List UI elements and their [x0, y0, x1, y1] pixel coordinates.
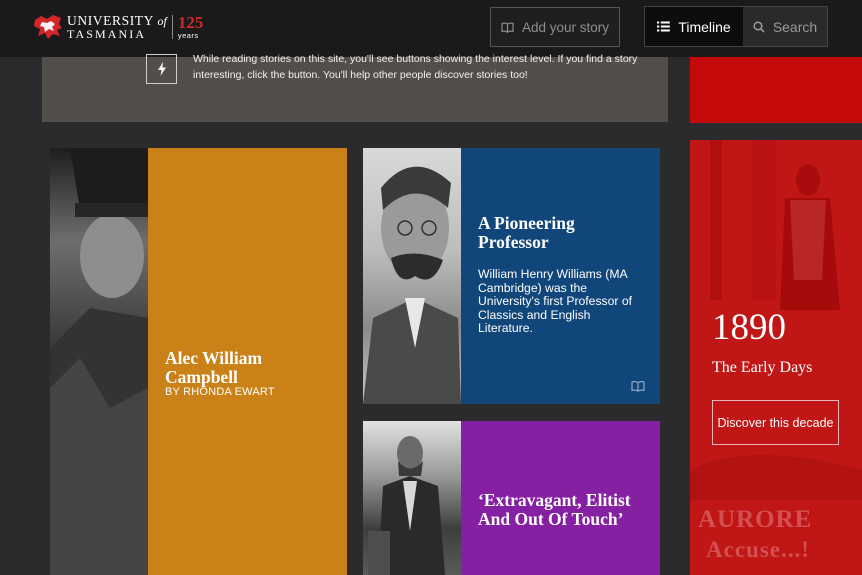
card-description: William Henry Williams (MA Cambridge) wa… — [478, 267, 633, 335]
logo-of: of — [157, 13, 167, 28]
interest-button-sample — [146, 54, 177, 84]
card-title: ‘Extravagant, Elitist And Out Of Touch’ — [478, 490, 631, 529]
card-body: ‘Extravagant, Elitist And Out Of Touch’ — [461, 421, 660, 575]
intro-banner: While reading stories on this site, you'… — [42, 53, 668, 122]
logo-university: UNIVERSITY — [67, 12, 154, 28]
decade-panel-1890: 1890 The Early Days Discover this decade… — [690, 140, 862, 575]
logo-125: 125 — [177, 13, 204, 33]
seated-man-portrait-image — [363, 421, 461, 575]
search-button[interactable]: Search — [743, 7, 827, 46]
decade-panel-top — [690, 57, 862, 123]
list-icon — [657, 21, 671, 32]
lion-crest-icon — [34, 15, 62, 39]
logo-years: years — [177, 31, 199, 41]
soldier-portrait-image — [50, 148, 148, 575]
decade-year: 1890 — [712, 307, 786, 348]
timeline-label: Timeline — [678, 18, 731, 35]
card-body: Alec William Campbell BY RHONDA EWART — [148, 148, 347, 575]
nav-group: Timeline Search — [644, 6, 828, 47]
book-icon — [631, 381, 645, 392]
decade-label: The Early Days — [712, 359, 813, 376]
card-byline: BY RHONDA EWART — [165, 386, 275, 398]
newspaper-subhead-text: Accuse...! — [706, 537, 810, 562]
add-your-story-label: Add your story — [521, 19, 610, 35]
book-icon — [501, 22, 514, 33]
story-card-alec-campbell[interactable]: Alec William Campbell BY RHONDA EWART — [50, 148, 347, 575]
logo-divider — [171, 15, 173, 39]
story-card-pioneering-professor[interactable]: A Pioneering Professor William Henry Wil… — [363, 148, 660, 404]
university-logo[interactable]: UNIVERSITY of TASMANIA 125 years — [33, 13, 203, 41]
search-label: Search — [772, 18, 818, 35]
professor-portrait-image — [363, 148, 461, 404]
card-title: A Pioneering Professor — [478, 213, 575, 252]
card-body: A Pioneering Professor William Henry Wil… — [461, 148, 660, 404]
timeline-button[interactable]: Timeline — [645, 7, 743, 46]
story-card-extravagant-elitist[interactable]: ‘Extravagant, Elitist And Out Of Touch’ — [363, 421, 660, 575]
intro-text: While reading stories on this site, you'… — [193, 53, 638, 81]
logo-tasmania: TASMANIA — [67, 27, 147, 42]
site-header: UNIVERSITY of TASMANIA 125 years Add you… — [0, 0, 862, 57]
lightning-icon — [157, 62, 166, 76]
discover-decade-button[interactable]: Discover this decade — [712, 400, 839, 445]
newspaper-headline-text: AURORE — [698, 506, 813, 533]
card-title: Alec William Campbell — [165, 348, 263, 387]
add-your-story-button[interactable]: Add your story — [490, 7, 620, 47]
search-icon — [753, 20, 765, 33]
